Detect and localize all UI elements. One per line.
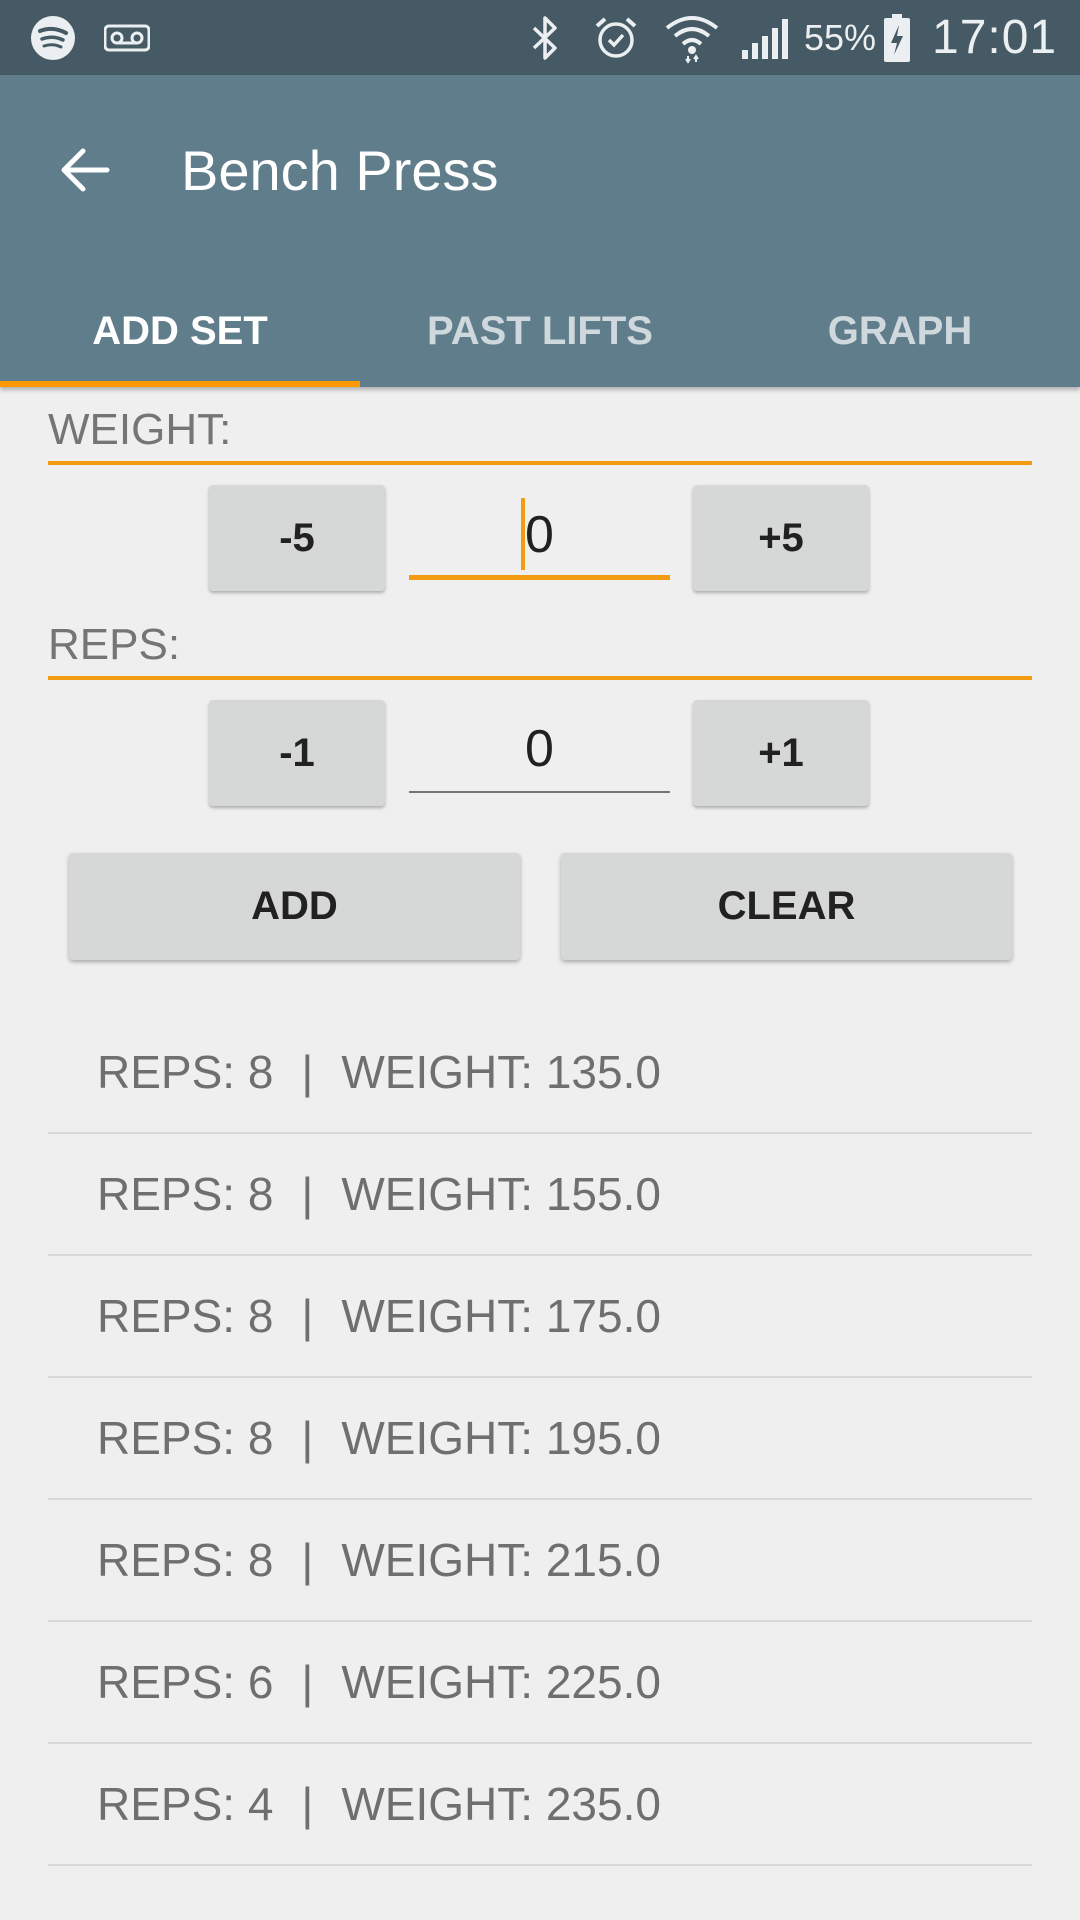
tab-label: GRAPH: [827, 308, 973, 353]
set-weight: WEIGHT: 195.0: [341, 1412, 661, 1464]
weight-input[interactable]: 0: [409, 494, 670, 580]
set-weight: WEIGHT: 225.0: [341, 1656, 661, 1708]
signal-icon: [738, 0, 794, 75]
tab-past-lifts[interactable]: PAST LIFTS: [360, 275, 720, 387]
set-weight: WEIGHT: 215.0: [341, 1534, 661, 1586]
tab-label: ADD SET: [92, 308, 268, 353]
set-weight: WEIGHT: 135.0: [341, 1046, 661, 1098]
set-weight: WEIGHT: 175.0: [341, 1290, 661, 1342]
bluetooth-icon: [520, 0, 570, 75]
set-reps: REPS: 8: [97, 1290, 274, 1342]
app-bar: Bench Press ADD SET PAST LIFTS GRAPH: [0, 75, 1080, 387]
set-reps: REPS: 4: [97, 1778, 274, 1830]
reps-label: REPS:: [48, 620, 1032, 680]
tab-add-set[interactable]: ADD SET: [0, 275, 360, 387]
alarm-icon: [590, 0, 642, 75]
separator: |: [301, 1656, 314, 1708]
set-weight: WEIGHT: 235.0: [341, 1778, 661, 1830]
spotify-icon: [28, 0, 78, 75]
list-item[interactable]: REPS: 8 | WEIGHT: 135.0: [48, 1012, 1032, 1134]
separator: |: [301, 1412, 314, 1464]
status-bar: 55% 17:01: [0, 0, 1080, 75]
page-title: Bench Press: [181, 138, 499, 202]
battery-charging-icon: [880, 0, 914, 75]
weight-decrement-button[interactable]: -5: [209, 485, 385, 591]
list-item[interactable]: REPS: 8 | WEIGHT: 215.0: [48, 1500, 1032, 1622]
back-button[interactable]: [40, 125, 130, 215]
weight-increment-button[interactable]: +5: [693, 485, 869, 591]
tab-label: PAST LIFTS: [427, 308, 653, 353]
tab-indicator: [0, 381, 360, 387]
separator: |: [301, 1046, 314, 1098]
set-list: REPS: 8 | WEIGHT: 135.0 REPS: 8 | WEIGHT…: [48, 1012, 1032, 1866]
wifi-icon: [662, 0, 722, 75]
add-button[interactable]: ADD: [69, 853, 520, 960]
separator: |: [301, 1778, 314, 1830]
list-item[interactable]: REPS: 8 | WEIGHT: 195.0: [48, 1378, 1032, 1500]
set-reps: REPS: 8: [97, 1046, 274, 1098]
set-reps: REPS: 8: [97, 1534, 274, 1586]
separator: |: [301, 1534, 314, 1586]
reps-input[interactable]: 0: [409, 707, 670, 793]
set-reps: REPS: 8: [97, 1168, 274, 1220]
text-cursor: [521, 498, 525, 570]
set-reps: REPS: 8: [97, 1412, 274, 1464]
list-item[interactable]: REPS: 8 | WEIGHT: 175.0: [48, 1256, 1032, 1378]
voicemail-icon: [102, 0, 152, 75]
weight-label: WEIGHT:: [48, 405, 1032, 465]
list-item[interactable]: REPS: 8 | WEIGHT: 155.0: [48, 1134, 1032, 1256]
clear-button[interactable]: CLEAR: [561, 853, 1012, 960]
set-reps: REPS: 6: [97, 1656, 274, 1708]
list-item[interactable]: REPS: 4 | WEIGHT: 235.0: [48, 1744, 1032, 1866]
separator: |: [301, 1168, 314, 1220]
tab-bar: ADD SET PAST LIFTS GRAPH: [0, 275, 1080, 387]
reps-increment-button[interactable]: +1: [693, 700, 869, 806]
reps-decrement-button[interactable]: -1: [209, 700, 385, 806]
clock: 17:01: [932, 11, 1058, 64]
battery-percent: 55%: [804, 16, 877, 58]
tab-graph[interactable]: GRAPH: [720, 275, 1080, 387]
list-item[interactable]: REPS: 6 | WEIGHT: 225.0: [48, 1622, 1032, 1744]
arrow-back-icon: [61, 148, 110, 192]
separator: |: [301, 1290, 314, 1342]
set-weight: WEIGHT: 155.0: [341, 1168, 661, 1220]
